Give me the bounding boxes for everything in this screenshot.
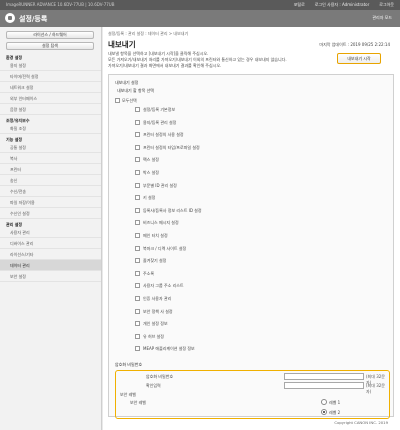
breadcrumb: 설정/등록 : 관리 설정 : 데이터 관리 > 내보내기 xyxy=(108,31,189,36)
level-2-label: 레벨 2 xyxy=(329,410,341,415)
main-content: 설정/등록 : 관리 설정 : 데이터 관리 > 내보내기 내보내기 마지막 업… xyxy=(103,27,400,430)
sidebar-item-security[interactable]: 보안 설정 xyxy=(0,271,101,282)
confirm-password-input[interactable] xyxy=(284,382,364,389)
export-item-label: 비즈니스 메시지 설정 xyxy=(143,220,179,226)
export-item-checkbox[interactable] xyxy=(135,157,140,163)
start-export-button[interactable]: 내보내기 시작 xyxy=(337,53,381,64)
export-item-checkbox[interactable] xyxy=(135,270,140,276)
level-1-label: 레벨 1 xyxy=(329,400,341,405)
items-section-label: 내보내기 할 항목 선택 xyxy=(117,88,154,93)
export-item-checkbox[interactable] xyxy=(135,182,140,188)
export-item-checkbox[interactable] xyxy=(135,132,140,138)
sidebar-item-store-access[interactable]: 파일 저장/이용 xyxy=(0,197,101,208)
export-item-checkbox[interactable] xyxy=(135,220,140,226)
export-item-label: 개인 설정 정보 xyxy=(143,321,168,327)
admin-mode-label: 관리자 모드 xyxy=(372,15,392,20)
sidebar-item-device-management[interactable]: 디바이스 관리 xyxy=(0,238,101,249)
sidebar-item-timer-power[interactable]: 타이머/전력 설정 xyxy=(0,71,101,82)
app-header: 설정/등록 관리자 모드 xyxy=(0,10,400,27)
export-item-label: 유 허브 설정 xyxy=(143,333,164,339)
export-item-checkbox[interactable] xyxy=(135,346,140,352)
export-item-label: 프린터 설정의 타입/프로파일 설정 xyxy=(143,144,200,150)
login-user-label: 로그인 사용자 : Administrator xyxy=(314,2,370,7)
export-item-label: 인증 사용자 관리 xyxy=(143,296,172,301)
sidebar-item-receive-forward[interactable]: 수신/전송 xyxy=(0,186,101,197)
export-item-checkbox[interactable] xyxy=(135,296,140,301)
settings-logo-icon xyxy=(5,13,15,23)
sidebar-item-paper-settings[interactable]: 용지 설정 xyxy=(0,60,101,71)
export-item-checkbox[interactable] xyxy=(135,283,140,289)
export-item-checkbox[interactable] xyxy=(135,245,140,251)
page-title: 내보내기 xyxy=(108,40,136,49)
export-item-label: 등록사/등록사 정보 리스트 ID 설정 xyxy=(143,207,202,213)
top-bar: ImageRUNNER ADVANCE 10.6DV-77UB | 10.6DV… xyxy=(0,0,400,10)
sidebar-item-network[interactable]: 네트워크 설정 xyxy=(0,82,101,93)
app-title: 설정/등록 xyxy=(19,15,48,23)
export-item-checkbox[interactable] xyxy=(135,207,140,213)
copyright: Copyright CANON INC. 2019 xyxy=(334,420,388,425)
export-item-label: 사용자 그룹 주소 리스트 xyxy=(143,283,184,289)
export-item-label: 팩스 설정 xyxy=(143,157,159,163)
export-item-checkbox[interactable] xyxy=(135,195,140,201)
export-item-label: 박스 설정 xyxy=(143,170,159,175)
sidebar-item-printer[interactable]: 프린터 xyxy=(0,164,101,175)
export-item-checkbox[interactable] xyxy=(135,333,140,339)
portal-link[interactable]: 포털로 xyxy=(294,2,305,8)
export-item-label: 프린터 설정의 사용 설정 xyxy=(143,132,184,138)
export-item-checkbox[interactable] xyxy=(135,308,140,314)
level-1-radio[interactable] xyxy=(321,399,327,405)
export-item-label: 설정/등록 기본정보 xyxy=(143,107,176,112)
export-item-checkbox[interactable] xyxy=(135,170,140,175)
sidebar-item-common[interactable]: 공통 설정 xyxy=(0,142,101,153)
export-item-label: 북마크 / 디렉 사이트 설정 xyxy=(143,245,187,251)
sidebar-item-volume[interactable]: 음량 설정 xyxy=(0,104,101,115)
confirm-note: (최대 32문자) xyxy=(366,383,385,394)
sidebar: 라이선스 / 하드웨어 설정 탐색 환경 설정 용지 설정 타이머/전력 설정 … xyxy=(0,27,102,430)
export-item-label: 주소록 xyxy=(143,270,155,276)
sidebar-item-send[interactable]: 송신 xyxy=(0,175,101,186)
export-item-label: 메인 터치 설정 xyxy=(143,233,168,238)
level-2-radio[interactable] xyxy=(321,409,327,415)
sidebar-item-user-management[interactable]: 사용자 관리 xyxy=(0,227,101,238)
sidebar-item-data-management[interactable]: 데이터 관리 xyxy=(0,260,101,271)
logout-link[interactable]: 로그아웃 xyxy=(379,2,394,8)
select-all-checkbox[interactable] xyxy=(115,98,120,103)
confirm-label: 확인입력 xyxy=(146,383,161,388)
export-item-label: 부문별 ID 관리 설정 xyxy=(143,182,177,188)
export-item-checkbox[interactable] xyxy=(135,321,140,327)
description: 내보낼 항목을 선택하고 [내보내기 시작]을 클릭해 주십시오. 모든 가져오… xyxy=(108,51,338,68)
export-item-checkbox[interactable] xyxy=(135,233,140,238)
sidebar-item-external-interface[interactable]: 외부 인터페이스 xyxy=(0,93,101,104)
select-all-label: 모두선택 xyxy=(122,98,137,103)
last-update: 마지막 업데이트 : 2019 09/25 2:22:14 xyxy=(319,42,390,47)
settings-search-button[interactable]: 설정 탐색 xyxy=(6,42,94,50)
export-item-label: MEAP 애플리케이션 설정 정보 xyxy=(143,346,195,352)
export-settings-panel: 내보내기 설정 내보내기 할 항목 선택 모두선택 설정/등록 기본정보용지/등… xyxy=(108,74,394,419)
export-item-checkbox[interactable] xyxy=(135,119,140,125)
export-item-checkbox[interactable] xyxy=(135,258,140,264)
top-bar-links: 포털로 로그인 사용자 : Administrator 로그아웃 xyxy=(294,2,394,8)
encryption-section-label: 암호화 비밀번호 xyxy=(115,362,143,367)
export-item-checkbox[interactable] xyxy=(135,107,140,112)
sidebar-item-license-other[interactable]: 라이선스/기타 xyxy=(0,249,101,260)
sidebar-item-image-quality[interactable]: 화질 조정 xyxy=(0,123,101,134)
device-name: ImageRUNNER ADVANCE 10.6DV-77UB | 10.6DV… xyxy=(6,2,115,7)
security-level-label: 보안 레벨 xyxy=(130,400,146,405)
export-item-label: 보안 정책 사 설정 xyxy=(143,308,173,314)
export-settings-label: 내보내기 설정 xyxy=(115,80,139,85)
sidebar-item-destination[interactable]: 수신인 설정 xyxy=(0,208,101,219)
password-label: 암호화 비밀번호 xyxy=(146,374,174,379)
export-item-label: 즐겨찾기 설정 xyxy=(143,258,167,264)
password-input[interactable] xyxy=(284,373,364,380)
export-item-label: 용지/등록 관리 설정 xyxy=(143,119,177,125)
export-item-label: 키 설정 xyxy=(143,195,156,201)
sidebar-item-copy[interactable]: 복사 xyxy=(0,153,101,164)
license-hardware-button[interactable]: 라이선스 / 하드웨어 xyxy=(6,31,94,39)
security-level-section-label: 보안 레벨 xyxy=(120,392,136,397)
export-item-checkbox[interactable] xyxy=(135,144,140,150)
description-line: 가져오기/내보내기 결과 화면에서 내보내기 결과를 확인해 주십시오. xyxy=(108,62,222,68)
encryption-highlight: 암호화 비밀번호 (최대 32문자) 확인입력 (최대 32문자) 보안 레벨 … xyxy=(115,370,390,419)
